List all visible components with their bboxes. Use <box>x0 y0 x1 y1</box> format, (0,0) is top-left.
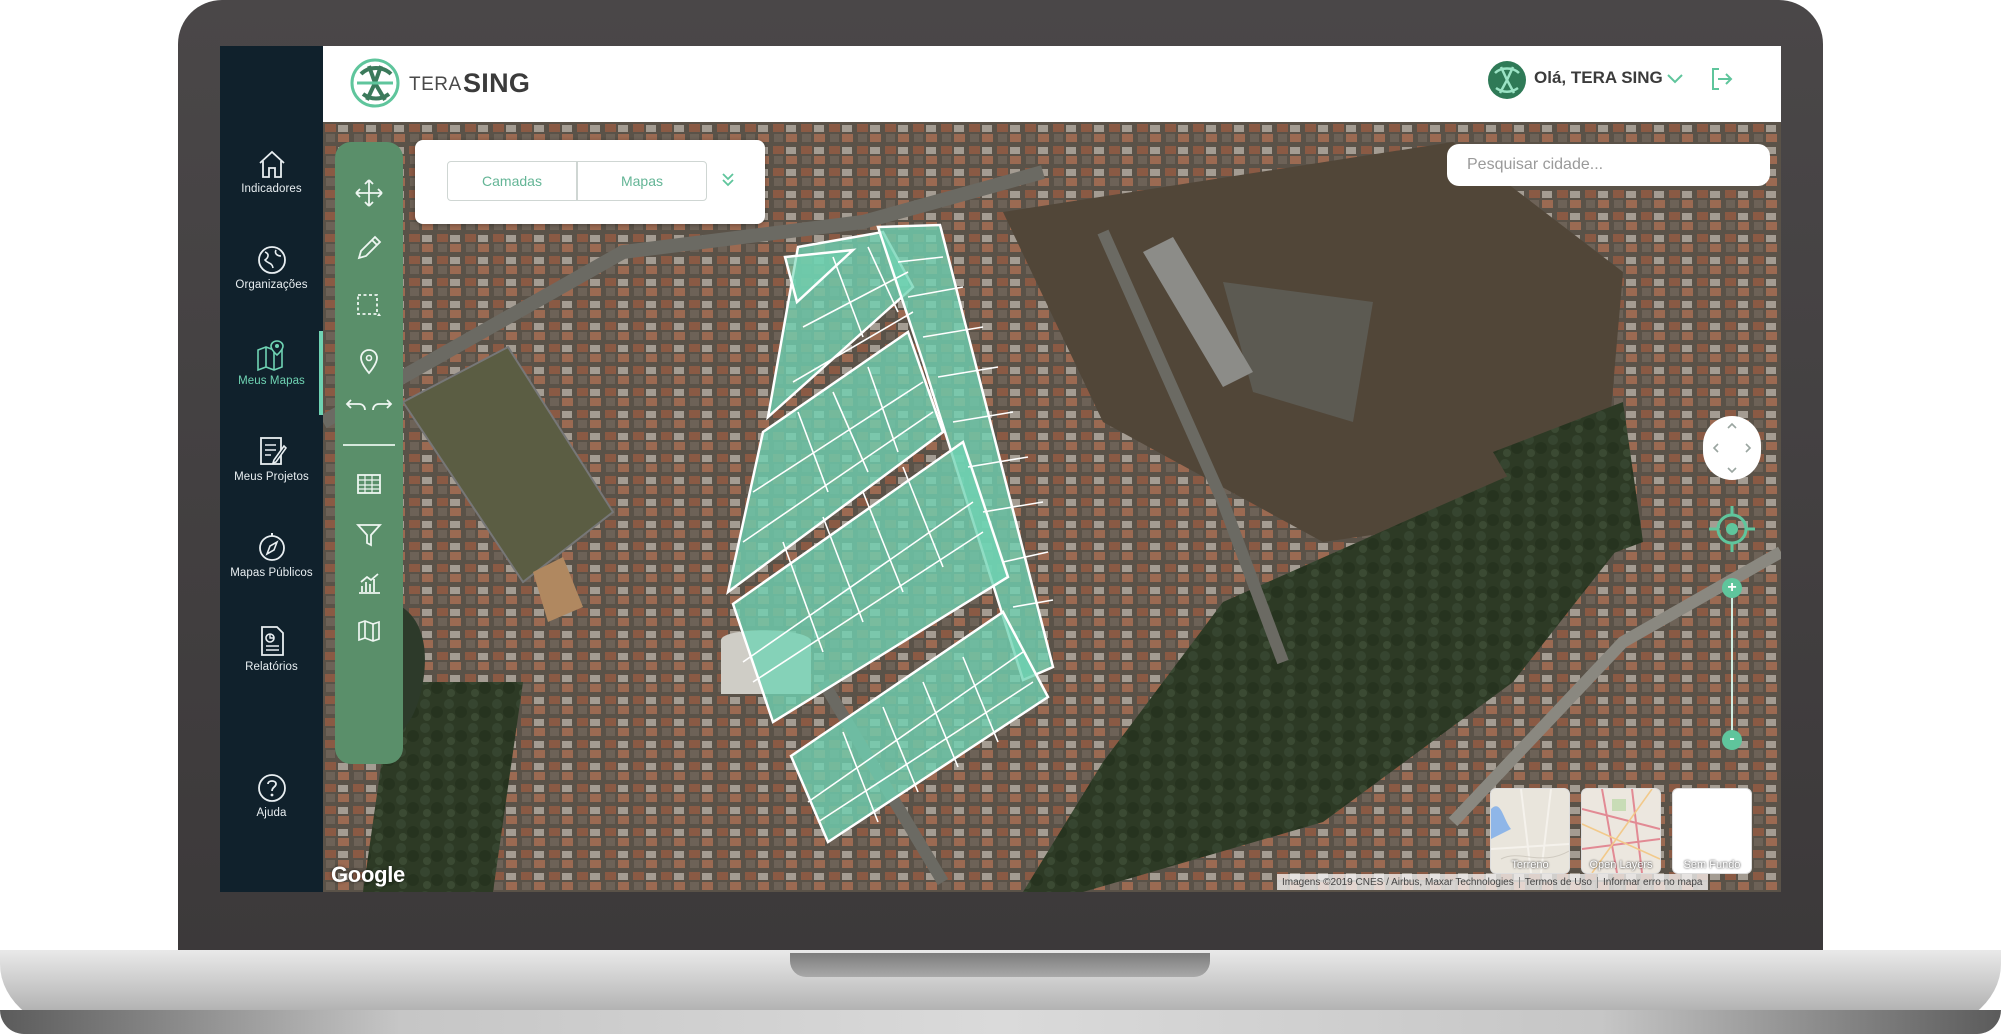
brand-name: SING <box>463 68 531 98</box>
tab-mapas[interactable]: Mapas <box>577 161 707 201</box>
pencil-icon <box>357 235 382 260</box>
pan-control[interactable] <box>1703 416 1761 480</box>
sidebar-item-label: Relatórios <box>245 661 298 673</box>
brand-prefix: TERA <box>409 74 462 95</box>
sidebar-item-relatorios[interactable]: Relatórios <box>220 624 323 673</box>
sidebar-item-label: Meus Projetos <box>234 471 309 483</box>
laptop-notch <box>790 953 1210 977</box>
map-layer-tool[interactable] <box>335 618 403 644</box>
sidebar-item-ajuda[interactable]: Ajuda <box>220 772 323 819</box>
sidebar-item-meus-projetos[interactable]: Meus Projetos <box>220 434 323 483</box>
basemap-sem-fundo[interactable]: Sem Fundo <box>1672 788 1752 874</box>
sidebar-item-indicadores[interactable]: Indicadores <box>220 148 323 195</box>
document-pen-icon <box>259 437 287 465</box>
sidebar-item-organizacoes[interactable]: Organizações <box>220 244 323 291</box>
basemap-label: Terreno <box>1511 859 1549 871</box>
compass-icon <box>258 533 285 561</box>
basemap-label: Sem Fundo <box>1683 859 1741 871</box>
locate-icon[interactable] <box>1705 502 1759 556</box>
selection-icon <box>357 294 381 316</box>
layers-panel: Camadas Mapas <box>415 140 765 224</box>
zoom-in-button[interactable]: + <box>1722 578 1742 598</box>
sidebar: Indicadores Organizações Meus Mapas Meus… <box>220 46 323 892</box>
toolbar-divider <box>343 444 395 446</box>
move-tool[interactable] <box>335 178 403 208</box>
chevron-down-icon[interactable] <box>1666 72 1684 86</box>
sidebar-item-label: Organizações <box>235 279 308 291</box>
sidebar-item-label: Meus Mapas <box>238 375 305 387</box>
search-input[interactable] <box>1447 144 1770 186</box>
satellite-imagery <box>323 122 1781 892</box>
laptop-base-edge <box>0 1010 2001 1034</box>
double-chevron-down-icon[interactable] <box>720 171 736 189</box>
basemap-open-layers[interactable]: Open Layers <box>1581 788 1661 874</box>
sidebar-item-mapas-publicos[interactable]: Mapas Públicos <box>220 530 323 579</box>
zoom-out-button[interactable]: - <box>1722 730 1742 750</box>
draw-tool[interactable] <box>335 234 403 262</box>
map-attribution: Imagens ©2019 CNES / Airbus, Maxar Techn… <box>1277 874 1708 890</box>
app-screen: Indicadores Organizações Meus Mapas Meus… <box>220 46 1781 892</box>
marker-tool[interactable] <box>335 348 403 376</box>
move-icon <box>355 179 383 207</box>
map-pin-icon <box>256 340 284 372</box>
avatar[interactable] <box>1486 55 1528 105</box>
filter-icon <box>356 524 382 547</box>
pan-arrows-icon <box>1712 422 1752 474</box>
attribution-text: Imagens ©2019 CNES / Airbus, Maxar Techn… <box>1277 876 1520 888</box>
filter-tool[interactable] <box>335 522 403 548</box>
header: TERA SING Olá, TERA SING <box>323 46 1781 122</box>
redo-icon[interactable] <box>371 396 393 414</box>
sidebar-item-label: Ajuda <box>256 807 287 819</box>
chart-tool[interactable] <box>335 570 403 596</box>
basemap-terreno[interactable]: Terreno <box>1490 788 1570 874</box>
help-icon <box>257 774 286 802</box>
sidebar-item-label: Mapas Públicos <box>230 567 313 579</box>
undo-redo-group <box>335 396 403 414</box>
logo-icon[interactable] <box>349 52 401 114</box>
home-icon <box>258 150 285 178</box>
map-view[interactable]: Camadas Mapas + - Terreno Open Laye <box>323 122 1781 892</box>
user-greeting[interactable]: Olá, TERA SING <box>1534 68 1663 88</box>
tab-camadas[interactable]: Camadas <box>447 161 577 201</box>
table-tool[interactable] <box>335 472 403 496</box>
drawing-toolbar <box>335 142 403 764</box>
logout-icon[interactable] <box>1709 66 1735 92</box>
report-icon <box>260 626 284 656</box>
chart-icon <box>359 573 380 594</box>
basemap-label: Open Layers <box>1589 859 1653 871</box>
location-pin-icon <box>360 349 378 375</box>
undo-icon[interactable] <box>345 396 367 414</box>
report-error-link[interactable]: Informar erro no mapa <box>1598 877 1708 888</box>
folded-map-icon <box>358 620 380 642</box>
sidebar-item-meus-mapas[interactable]: Meus Mapas <box>220 338 323 387</box>
terms-link[interactable]: Termos de Uso <box>1520 876 1598 888</box>
table-icon <box>357 474 381 494</box>
google-watermark: Google <box>331 862 405 887</box>
zoom-track[interactable] <box>1731 590 1733 740</box>
select-tool[interactable] <box>335 292 403 320</box>
sidebar-item-label: Indicadores <box>241 183 302 195</box>
globe-icon <box>257 246 286 274</box>
